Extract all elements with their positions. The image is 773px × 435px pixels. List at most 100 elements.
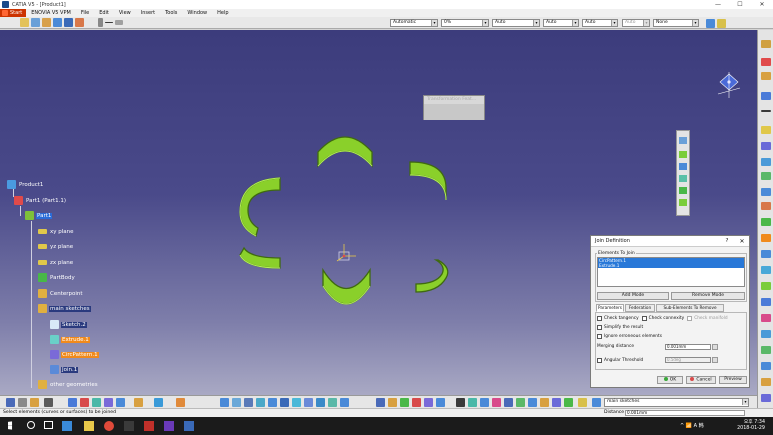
- tool-icon[interactable]: [244, 398, 253, 407]
- tool-icon[interactable]: [761, 394, 771, 402]
- tool-icon[interactable]: [292, 398, 301, 407]
- tool-icon[interactable]: [761, 40, 771, 48]
- curve-tool-icon[interactable]: [115, 20, 123, 25]
- tool-icon[interactable]: [492, 398, 501, 407]
- tool-icon[interactable]: [516, 398, 525, 407]
- check-connexity-checkbox[interactable]: [641, 316, 647, 321]
- tool-icon[interactable]: [304, 398, 313, 407]
- point-tool-icon[interactable]: [42, 18, 51, 27]
- merging-spinner[interactable]: [712, 344, 718, 350]
- tool-icon[interactable]: [376, 398, 385, 407]
- sketch-tool-icon[interactable]: [20, 18, 29, 27]
- tool-icon[interactable]: [316, 398, 325, 407]
- file-explorer-icon[interactable]: [84, 421, 94, 431]
- tool-icon[interactable]: [504, 398, 513, 407]
- tree-sketch2[interactable]: Sketch.2: [50, 320, 87, 329]
- tool-icon[interactable]: [761, 172, 771, 180]
- surface-upper-right[interactable]: [409, 161, 447, 201]
- tree-yz-plane[interactable]: yz plane: [38, 242, 74, 251]
- tool-icon[interactable]: [761, 330, 771, 338]
- tool-icon[interactable]: [552, 398, 561, 407]
- floating-vertical-toolbar[interactable]: [676, 130, 690, 216]
- tool-icon[interactable]: [400, 398, 409, 407]
- tool-icon[interactable]: [280, 398, 289, 407]
- add-mode-button[interactable]: Add Mode: [597, 292, 669, 300]
- tool-icon[interactable]: [761, 266, 771, 274]
- tool-icon[interactable]: [154, 398, 163, 407]
- elements-list[interactable]: CircPattern.1 Extrude.1: [597, 257, 745, 287]
- transparency-combo[interactable]: 0% ▾: [441, 19, 489, 27]
- autocad-icon[interactable]: [144, 421, 154, 431]
- tool-icon[interactable]: [564, 398, 573, 407]
- tree-join1[interactable]: Join.1: [50, 365, 79, 374]
- tool-icon[interactable]: [528, 398, 537, 407]
- tree-partbody[interactable]: PartBody: [38, 273, 76, 282]
- tool-icon[interactable]: [220, 398, 229, 407]
- tree-other-geometries[interactable]: other geometries: [38, 380, 99, 389]
- tab-parameters[interactable]: Parameters: [596, 304, 624, 312]
- tool-icon[interactable]: [761, 378, 771, 386]
- layer-auto-combo[interactable]: Auto ▾: [622, 19, 650, 27]
- compass-icon[interactable]: [716, 70, 742, 100]
- tool-icon[interactable]: [761, 218, 771, 226]
- menu-help[interactable]: Help: [212, 9, 233, 17]
- menu-file[interactable]: File: [76, 9, 94, 17]
- task-view-icon[interactable]: [44, 421, 53, 429]
- menu-window[interactable]: Window: [182, 9, 212, 17]
- properties-icon[interactable]: [717, 19, 726, 28]
- color-combo[interactable]: Automatic ▾: [390, 19, 438, 27]
- dot-tool-icon[interactable]: [98, 18, 103, 27]
- menu-insert[interactable]: Insert: [136, 9, 160, 17]
- tool-icon[interactable]: [268, 398, 277, 407]
- merging-distance-input[interactable]: 0.001mm: [665, 344, 711, 350]
- surface-upper-left[interactable]: [239, 177, 281, 237]
- tool-icon[interactable]: [761, 72, 771, 80]
- plane-tool-icon[interactable]: [31, 18, 40, 27]
- tool-icon[interactable]: [761, 234, 771, 242]
- menu-view[interactable]: View: [114, 9, 136, 17]
- menu-enovia[interactable]: ENOVIA V5 VPM: [26, 9, 76, 17]
- ignore-row[interactable]: Ignore erroneous elements: [597, 333, 662, 340]
- visual-studio-icon[interactable]: [164, 421, 174, 431]
- windows-start-icon[interactable]: [8, 421, 13, 430]
- tab-sub-elements[interactable]: Sub-Elements To Remove: [656, 304, 724, 312]
- check-tangency-checkbox[interactable]: [597, 316, 602, 321]
- spiral-tool-icon[interactable]: [75, 18, 84, 27]
- ignore-erroneous-checkbox[interactable]: [597, 334, 602, 339]
- tree-centerpoint[interactable]: Centerpoint: [38, 289, 84, 298]
- check-tangency-row[interactable]: Check tangency Check connexity Check man…: [597, 315, 728, 322]
- tool-icon[interactable]: [424, 398, 433, 407]
- tool-icon[interactable]: [80, 398, 89, 407]
- tool-icon[interactable]: [540, 398, 549, 407]
- angular-threshold-row[interactable]: Angular Threshold: [597, 357, 643, 364]
- tool-icon[interactable]: [761, 282, 771, 290]
- simplify-checkbox[interactable]: [597, 325, 602, 330]
- catia-taskbar-icon[interactable]: [184, 421, 194, 431]
- tab-federation[interactable]: Federation: [625, 304, 655, 312]
- tool-icon[interactable]: [68, 398, 77, 407]
- format-painter-icon[interactable]: [706, 19, 715, 28]
- preview-button[interactable]: Preview: [719, 376, 747, 384]
- tool-icon[interactable]: [679, 199, 687, 206]
- search-icon[interactable]: [27, 421, 35, 429]
- tool-icon[interactable]: [176, 398, 185, 407]
- geometrical-set-combo[interactable]: main sketches ▾: [604, 398, 749, 407]
- tool-icon[interactable]: [468, 398, 477, 407]
- point-combo[interactable]: Auto ▾: [582, 19, 618, 27]
- tool-icon[interactable]: [761, 110, 771, 112]
- tool-icon[interactable]: [388, 398, 397, 407]
- tool-icon[interactable]: [134, 398, 143, 407]
- tool-icon[interactable]: [761, 158, 771, 166]
- tool-icon[interactable]: [256, 398, 265, 407]
- tool-icon[interactable]: [679, 163, 687, 170]
- surface-bottom[interactable]: [322, 267, 371, 305]
- tool-icon[interactable]: [232, 398, 241, 407]
- system-tray[interactable]: ^ 📶 A 韩: [680, 422, 704, 429]
- lineweight-combo[interactable]: Auto ▾: [543, 19, 579, 27]
- tool-icon[interactable]: [6, 398, 15, 407]
- tool-icon[interactable]: [328, 398, 337, 407]
- tree-main-sketches[interactable]: main sketches: [38, 304, 91, 313]
- menu-edit[interactable]: Edit: [94, 9, 114, 17]
- tool-icon[interactable]: [761, 202, 771, 210]
- maximize-button[interactable]: ☐: [729, 0, 751, 9]
